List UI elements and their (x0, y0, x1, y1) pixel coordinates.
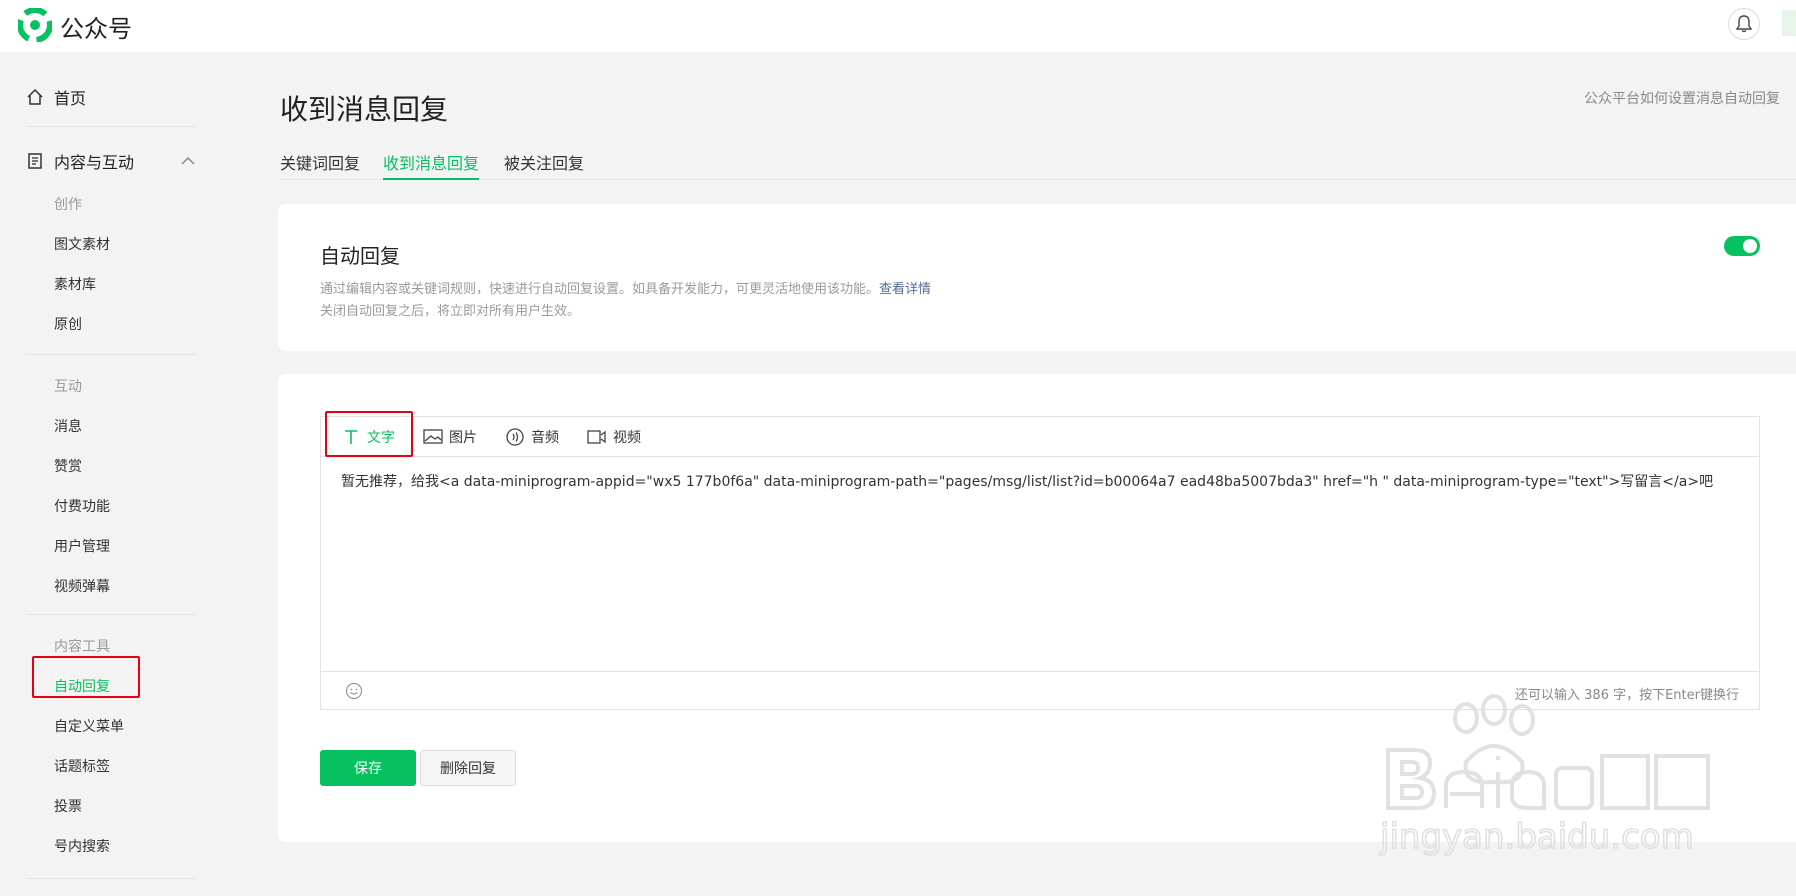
sidebar-item-topic-tags[interactable]: 话题标签 (54, 756, 110, 776)
chevron-up-icon[interactable] (180, 153, 196, 169)
auto-reply-title: 自动回复 (320, 244, 400, 268)
editor-tab-label: 图片 (449, 430, 477, 446)
sidebar-divider (26, 878, 196, 879)
svg-text:jingyan.baidu.com: jingyan.baidu.com (1379, 817, 1694, 857)
section-title-create: 创作 (54, 197, 82, 213)
sidebar-item-custom-menu[interactable]: 自定义菜单 (54, 716, 124, 736)
tab-follow-reply[interactable]: 被关注回复 (504, 150, 584, 180)
sidebar-item-original[interactable]: 原创 (54, 314, 82, 334)
delete-reply-button[interactable]: 删除回复 (420, 750, 516, 786)
editor-type-tabs: 文字 图片 音频 视频 (321, 411, 1759, 457)
sidebar-item-paid-features[interactable]: 付费功能 (54, 496, 110, 516)
home-icon (27, 88, 43, 105)
top-bar: 公众号 (0, 0, 1796, 52)
editor-tab-label: 音频 (531, 430, 559, 446)
document-icon (28, 153, 42, 169)
auto-reply-note: 关闭自动回复之后，将立即对所有用户生效。 (320, 304, 581, 319)
sidebar-item-appreciation[interactable]: 赞赏 (54, 456, 82, 476)
notification-bell-icon[interactable] (1728, 8, 1760, 40)
emoji-icon[interactable] (345, 682, 363, 700)
sidebar-divider (26, 126, 196, 127)
baidu-jingyan-watermark: jingyan.baidu.com (1378, 694, 1710, 858)
editor-tab-audio[interactable]: 音频 (505, 427, 559, 447)
sidebar-item-user-management[interactable]: 用户管理 (54, 536, 110, 556)
app-name: 公众号 (60, 15, 132, 43)
toggle-knob (1743, 239, 1757, 253)
image-icon (423, 429, 443, 444)
description-text: 通过编辑内容或关键词规则，快速进行自动回复设置。如具备开发能力，可更灵活地使用该… (320, 282, 880, 297)
sidebar-divider (26, 354, 196, 355)
audio-icon (506, 428, 524, 446)
sidebar-item-article-material[interactable]: 图文素材 (54, 234, 110, 254)
sidebar-item-home[interactable]: 首页 (26, 82, 86, 112)
tab-keyword-reply[interactable]: 关键词回复 (280, 150, 360, 180)
save-button[interactable]: 保存 (320, 750, 416, 786)
sidebar-item-label: 首页 (54, 89, 87, 108)
wechat-mp-logo-icon[interactable] (18, 8, 52, 42)
annotation-highlight-auto-reply (32, 656, 140, 698)
sidebar-item-material-library[interactable]: 素材库 (54, 274, 96, 294)
auto-reply-description: 通过编辑内容或关键词规则，快速进行自动回复设置。如具备开发能力，可更灵活地使用该… (320, 278, 931, 297)
annotation-highlight-text-tab (325, 411, 413, 457)
sidebar-item-in-account-search[interactable]: 号内搜索 (54, 836, 110, 856)
page-title: 收到消息回复 (280, 93, 449, 126)
sidebar-item-vote[interactable]: 投票 (54, 796, 82, 816)
video-icon (587, 430, 606, 444)
help-link[interactable]: 公众平台如何设置消息自动回复 (1584, 88, 1780, 108)
editor-tab-image[interactable]: 图片 (423, 427, 477, 447)
view-details-link[interactable]: 查看详情 (879, 282, 931, 297)
auto-reply-card: 自动回复 通过编辑内容或关键词规则，快速进行自动回复设置。如具备开发能力，可更灵… (278, 204, 1796, 351)
sidebar: 首页 内容与互动 创作 图文素材 素材库 原创 互动 消息 赞赏 付费功能 用户… (0, 52, 220, 896)
reply-type-tabs: 关键词回复 收到消息回复 被关注回复 (280, 150, 1796, 180)
editor-tab-label: 视频 (613, 430, 641, 446)
section-title-content-tools: 内容工具 (54, 639, 110, 655)
avatar[interactable] (1782, 10, 1796, 36)
tab-message-reply[interactable]: 收到消息回复 (383, 150, 480, 180)
sidebar-group-content-interaction[interactable]: 内容与互动 (26, 146, 196, 176)
sidebar-item-video-danmaku[interactable]: 视频弹幕 (54, 576, 110, 596)
editor-tab-video[interactable]: 视频 (587, 427, 641, 447)
sidebar-item-messages[interactable]: 消息 (54, 416, 82, 436)
auto-reply-toggle[interactable] (1724, 236, 1760, 256)
sidebar-divider (26, 614, 196, 615)
section-title-interaction: 互动 (54, 379, 82, 395)
reply-editor: 文字 图片 音频 视频 暂无推荐，给我<a data-miniprogram-a… (320, 411, 1760, 710)
sidebar-group-label: 内容与互动 (54, 153, 135, 172)
reply-text-area[interactable]: 暂无推荐，给我<a data-miniprogram-appid="wx5 17… (341, 471, 1741, 493)
